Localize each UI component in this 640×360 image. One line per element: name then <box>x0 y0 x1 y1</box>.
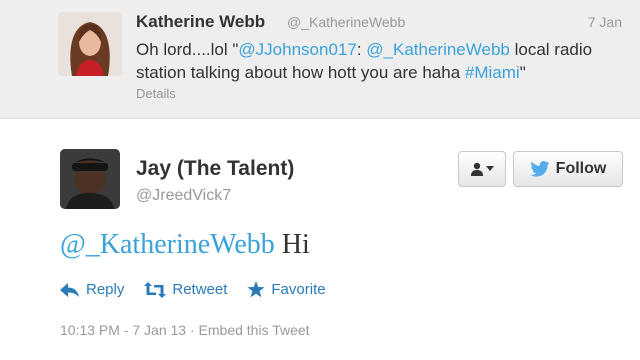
reply-arrow-icon <box>60 282 79 297</box>
main-tweet: Jay (The Talent) @JreedVick7 Follow @_Ka… <box>0 119 640 360</box>
embed-tweet-link[interactable]: Embed this Tweet <box>199 322 310 338</box>
author-handle[interactable]: @_KatherineWebb <box>287 14 405 30</box>
tweet-body: Hi <box>274 229 310 260</box>
katherine-avatar[interactable] <box>58 12 122 76</box>
retweet-button[interactable]: Retweet <box>144 281 227 298</box>
person-icon <box>471 162 483 176</box>
reply-button[interactable]: Reply <box>60 281 124 298</box>
twitter-bird-icon <box>530 161 550 177</box>
user-actions-dropdown-button[interactable] <box>458 151 506 187</box>
quoted-tweet: Katherine Webb @_KatherineWebb 7 Jan Oh … <box>0 0 640 119</box>
text-segment: : <box>356 40 367 59</box>
jay-avatar[interactable] <box>60 149 120 209</box>
caret-down-icon <box>486 166 494 171</box>
follow-button[interactable]: Follow <box>513 151 623 187</box>
star-icon <box>247 281 265 298</box>
follow-label: Follow <box>555 160 607 177</box>
hashtag-link[interactable]: #Miami <box>465 63 520 82</box>
tweet-actions: Reply Retweet Favorite <box>60 281 326 298</box>
reply-label: Reply <box>86 281 125 298</box>
jay-avatar-image <box>60 149 120 209</box>
meta-separator: · <box>186 322 199 338</box>
tweet-text: @_KatherineWebb Hi <box>60 229 310 261</box>
tweet-date[interactable]: 7 Jan <box>588 14 622 30</box>
mention-link[interactable]: @_KatherineWebb <box>366 40 510 59</box>
quoted-tweet-text: Oh lord....lol "@JJohnson017: @_Katherin… <box>136 38 606 84</box>
author-name[interactable]: Jay (The Talent) <box>136 157 294 181</box>
mention-link[interactable]: @_KatherineWebb <box>60 229 275 260</box>
author-name[interactable]: Katherine Webb <box>136 12 265 32</box>
tweet-meta: 10:13 PM - 7 Jan 13 · Embed this Tweet <box>60 322 310 338</box>
author-handle[interactable]: @JreedVick7 <box>136 187 231 205</box>
details-link[interactable]: Details <box>136 86 176 101</box>
favorite-button[interactable]: Favorite <box>247 281 326 298</box>
retweet-label: Retweet <box>172 281 228 298</box>
text-segment: Oh lord....lol " <box>136 40 239 59</box>
katherine-avatar-image <box>58 12 122 76</box>
retweet-icon <box>144 281 167 298</box>
favorite-label: Favorite <box>271 281 326 298</box>
timestamp[interactable]: 10:13 PM - 7 Jan 13 <box>60 322 186 338</box>
text-segment: " <box>519 63 526 82</box>
mention-link[interactable]: @JJohnson017 <box>238 40 356 59</box>
